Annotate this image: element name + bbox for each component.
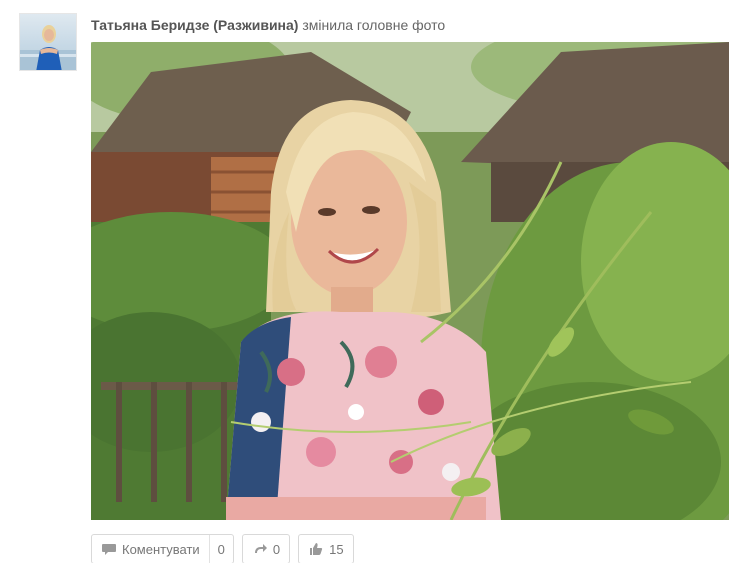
comment-count: 0	[217, 541, 225, 557]
comment-button[interactable]: Коментувати 0	[91, 534, 234, 563]
thumbs-up-icon	[310, 543, 323, 555]
like-count: 15	[329, 541, 344, 557]
post-action-text: змінила головне фото	[302, 17, 446, 33]
post-actions: Коментувати 0 0 15	[91, 534, 354, 563]
main-photo[interactable]	[91, 42, 729, 520]
comment-label: Коментувати	[122, 541, 200, 557]
reshare-count: 0	[272, 541, 281, 557]
reshare-button[interactable]: 0	[241, 534, 291, 563]
author-name-link[interactable]: Татьяна Беридзе (Разживина)	[91, 17, 298, 33]
post-headline: Татьяна Беридзе (Разживина) змінила голо…	[91, 16, 445, 34]
reshare-arrow-icon	[254, 544, 267, 553]
speech-bubble-icon	[102, 544, 116, 555]
author-avatar[interactable]	[19, 13, 77, 71]
like-button[interactable]: 15	[298, 534, 354, 563]
